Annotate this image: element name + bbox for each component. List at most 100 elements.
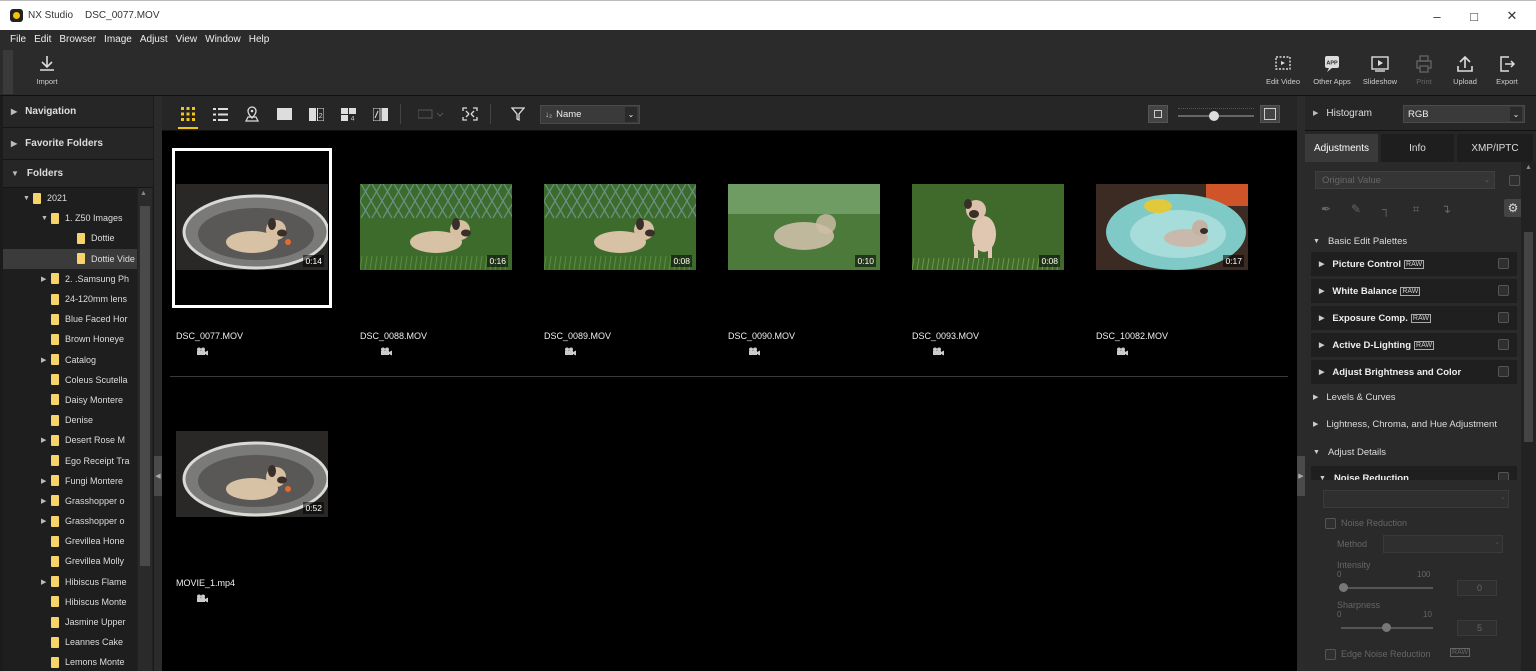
exposure-comp-palette[interactable]: ▶ Exposure Comp. RAW [1311,306,1517,330]
fit-screen-icon[interactable] [460,104,480,124]
folder-tree-item[interactable]: Jasmine Upper [3,612,137,632]
recipe-select[interactable]: Original Value ⌄ [1315,171,1495,189]
video-thumbnail[interactable]: 0:17 [1096,184,1248,270]
straighten-icon[interactable]: ┐ [1377,200,1395,218]
slideshow-button[interactable]: Slideshow [1357,54,1403,92]
close-icon[interactable]: ✕ [1493,1,1531,31]
lch-header[interactable]: ▶ Lightness, Chroma, and Hue Adjustment [1305,413,1521,435]
sharpness-value-field[interactable]: 5 [1457,620,1497,636]
palette-checkbox[interactable] [1498,339,1509,350]
folders-header[interactable]: ▼ Folders [3,160,153,188]
map-view-icon[interactable] [242,104,262,124]
collapsed-triangle-icon[interactable]: ▶ [41,477,51,485]
edit-video-button[interactable]: Edit Video [1260,54,1306,92]
zoom-in-button[interactable] [1260,105,1280,123]
folder-tree-item[interactable]: Denise [3,410,137,430]
recipe-checkbox[interactable] [1509,175,1520,186]
gear-icon[interactable]: ⚙ [1504,199,1522,217]
folder-tree-item[interactable]: 24-120mm lens [3,289,137,309]
import-button[interactable]: Import [24,54,70,92]
active-d-lighting-palette[interactable]: ▶ Active D-Lighting RAW [1311,333,1517,357]
collapsed-triangle-icon[interactable]: ▶ [41,497,51,505]
scrollbar-thumb[interactable] [1524,232,1533,442]
collapse-right-icon[interactable]: ▶ [1297,456,1305,496]
menu-edit[interactable]: Edit [34,34,51,45]
histogram-channel-select[interactable]: RGB ⌄ [1403,105,1525,123]
right-panel-scrollbar[interactable]: ▲ [1521,162,1536,671]
nr-checkbox[interactable] [1325,518,1336,529]
sharpness-slider-knob[interactable] [1382,623,1391,632]
method-select[interactable]: ⌄ [1383,535,1503,553]
folder-tree-item[interactable]: Blue Faced Hor [3,309,137,329]
menu-file[interactable]: File [10,34,26,45]
menu-help[interactable]: Help [249,34,270,45]
video-thumbnail[interactable]: 0:14 [176,184,328,270]
folder-tree-item[interactable]: Leannes Cake [3,632,137,652]
folder-tree-item[interactable]: Grevillea Molly [3,551,137,571]
nr-preset-select[interactable]: ⌄ [1323,490,1509,508]
white-balance-palette[interactable]: ▶ White Balance RAW [1311,279,1517,303]
folder-tree-item[interactable]: Dottie [3,228,137,248]
palette-checkbox[interactable] [1498,312,1509,323]
eyedropper-icon[interactable]: ✒ [1317,200,1335,218]
folder-tree-item[interactable]: Brown Honeye [3,329,137,349]
navigation-header[interactable]: ▶ Navigation [3,96,153,128]
intensity-slider[interactable] [1339,587,1433,589]
picture-control-palette[interactable]: ▶ Picture Control RAW [1311,252,1517,276]
intensity-value-field[interactable]: 0 [1457,580,1497,596]
print-button[interactable]: Print [1401,54,1447,92]
thumbnail-size-slider-knob[interactable] [1209,111,1219,121]
scrollbar-thumb[interactable] [140,206,150,566]
scroll-up-icon[interactable]: ▲ [1525,164,1532,171]
menu-window[interactable]: Window [205,34,241,45]
folder-tree-item[interactable]: ▼ 2021 [3,188,137,208]
zoom-out-button[interactable] [1148,105,1168,123]
left-splitter[interactable]: ◀ [154,96,162,671]
collapsed-triangle-icon[interactable]: ▶ [41,578,51,586]
video-thumbnail[interactable]: 0:10 [728,184,880,270]
collapsed-triangle-icon[interactable]: ▶ [41,356,51,364]
tab-info[interactable]: Info [1381,134,1454,162]
collapse-left-icon[interactable]: ◀ [154,456,162,496]
minimize-icon[interactable]: – [1418,1,1456,31]
display-options-icon[interactable] [416,104,446,124]
folder-tree-item[interactable]: ▶ Desert Rose M [3,430,137,450]
folder-tree-item[interactable]: Hibiscus Monte [3,592,137,612]
menu-view[interactable]: View [176,34,198,45]
sort-order-select[interactable]: ↓₂ Name ⌄ [540,105,640,124]
list-view-icon[interactable] [210,104,230,124]
folder-tree-item[interactable]: Coleus Scutella [3,370,137,390]
crop-icon[interactable]: ⌗ [1407,200,1425,218]
before-after-view-icon[interactable] [370,104,390,124]
tab-xmp-iptc[interactable]: XMP/IPTC [1457,134,1533,162]
collapsed-triangle-icon[interactable]: ▶ [41,275,51,283]
levels-curves-header[interactable]: ▶ Levels & Curves [1305,386,1521,408]
thumbnail-grid-icon[interactable] [178,104,198,124]
maximize-icon[interactable]: □ [1455,1,1493,31]
perspective-icon[interactable]: ↴ [1437,200,1455,218]
folder-tree-item[interactable]: Lemons Monte [3,652,137,671]
folder-tree-item[interactable]: Daisy Montere [3,390,137,410]
menu-image[interactable]: Image [104,34,132,45]
single-image-view-icon[interactable] [274,104,294,124]
folder-tree-item[interactable]: ▶ Grasshopper o [3,511,137,531]
folder-tree-item[interactable]: ▶ Grasshopper o [3,491,137,511]
filter-icon[interactable] [508,104,528,124]
adjust-details-header[interactable]: ▼ Adjust Details [1305,441,1521,463]
basic-edit-header[interactable]: ▼ Basic Edit Palettes [1305,230,1521,252]
other-apps-button[interactable]: APP Other Apps [1309,54,1355,92]
expanded-triangle-icon[interactable]: ▼ [23,195,33,202]
compare-view-icon[interactable]: 2 [306,104,326,124]
folder-tree-item[interactable]: Grevillea Hone [3,531,137,551]
folder-tree-item[interactable]: ▶ Fungi Montere [3,471,137,491]
scroll-up-icon[interactable]: ▲ [140,190,147,197]
palette-checkbox[interactable] [1498,258,1509,269]
palette-checkbox[interactable] [1498,285,1509,296]
palette-checkbox[interactable] [1498,366,1509,377]
menu-browser[interactable]: Browser [59,34,96,45]
brightness-color-palette[interactable]: ▶ Adjust Brightness and Color [1311,360,1517,384]
video-thumbnail[interactable]: 0:52 [176,431,328,517]
collapsed-triangle-icon[interactable]: ▶ [41,436,51,444]
folder-tree-item[interactable]: ▼ 1. Z50 Images [3,208,137,228]
folder-tree-scrollbar[interactable]: ▲ [138,188,152,671]
